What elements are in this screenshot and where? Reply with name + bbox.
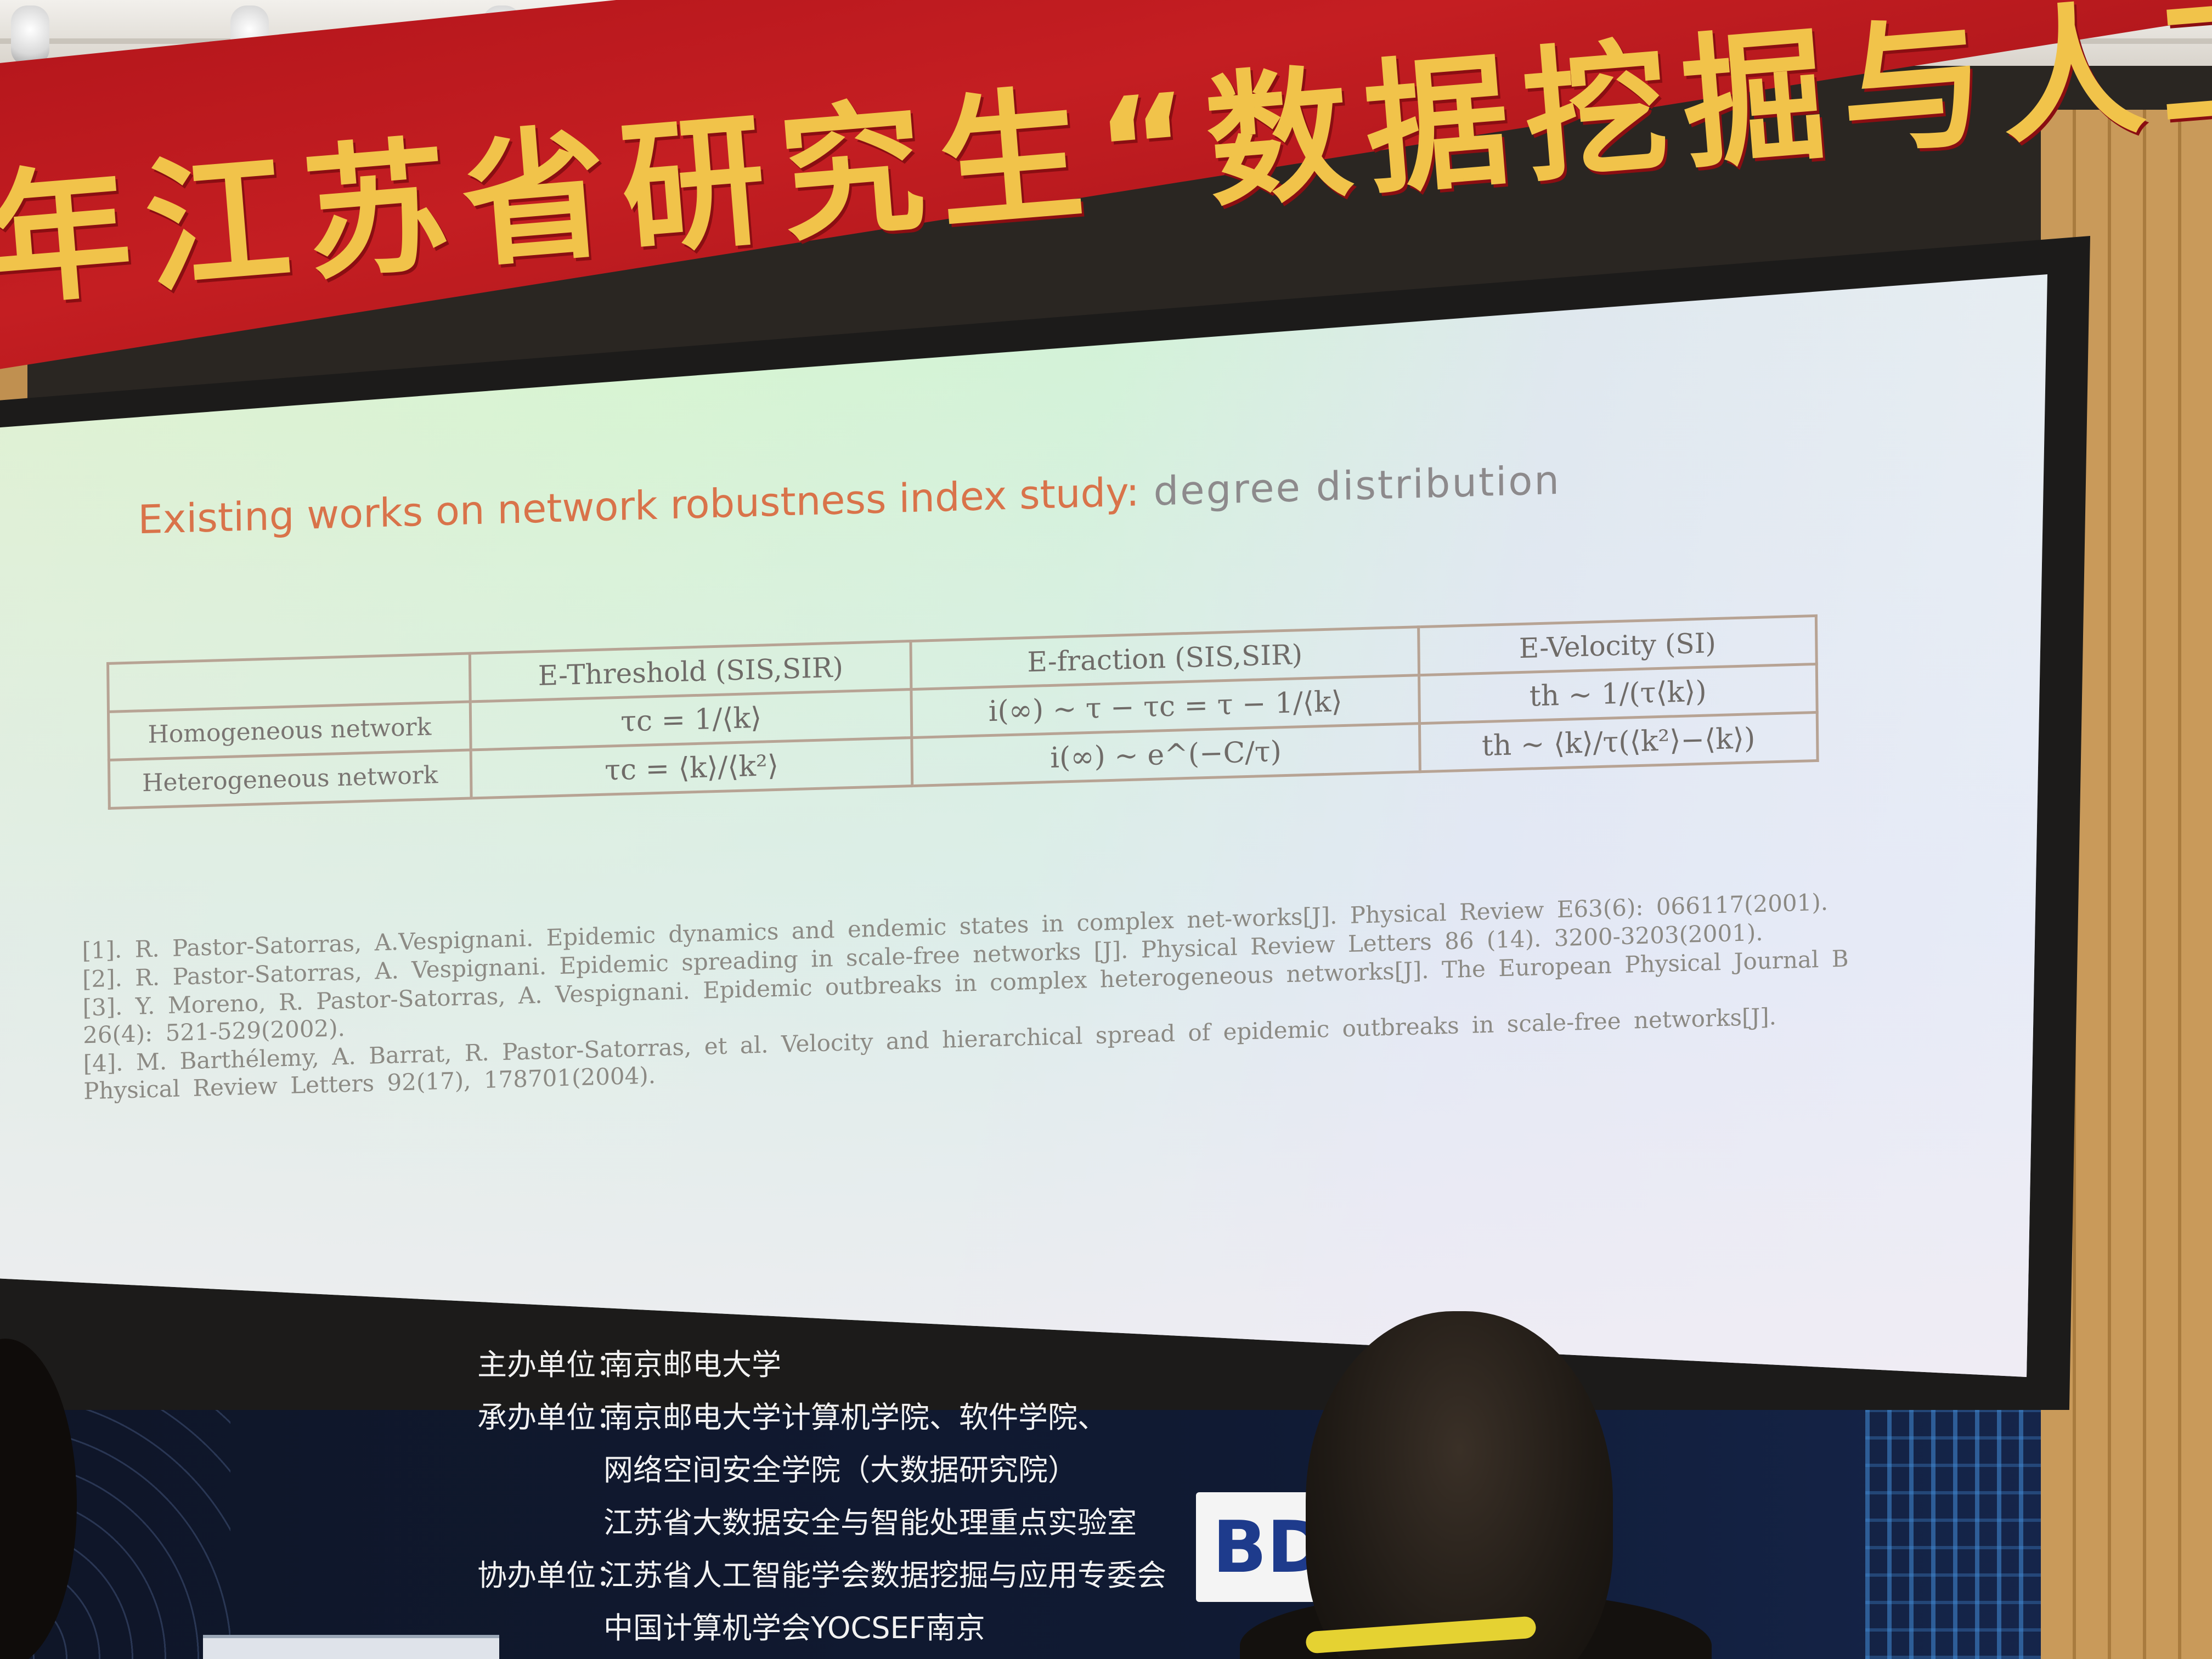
organizer-line: 南京邮电大学计算机学院、软件学院、	[603, 1400, 1107, 1435]
organizer-label: 承办单位：	[477, 1400, 625, 1435]
host-label: 主办单位：	[477, 1347, 625, 1382]
slide-title: Existing works on network robustness ind…	[138, 457, 1561, 543]
host-name: 南京邮电大学	[603, 1347, 781, 1382]
references: [1]. R. Pastor-Satorras, A.Vespignani. E…	[82, 888, 1860, 1106]
row-label: Heterogeneous network	[109, 749, 472, 809]
laptop-screen	[203, 1635, 499, 1659]
audience-head	[1306, 1311, 1613, 1659]
organizer-line: 江苏省大数据安全与智能处理重点实验室	[603, 1505, 1137, 1540]
slide-title-main: Existing works on network robustness ind…	[137, 469, 1140, 543]
organizer-line: 网络空间安全学院（大数据研究院）	[603, 1453, 1077, 1487]
coorganizer-line: 江苏省人工智能学会数据挖掘与应用专委会	[603, 1558, 1166, 1593]
slide: Existing works on network robustness ind…	[44, 396, 1971, 1218]
organizer-row: 承办单位： 南京邮电大学计算机学院、软件学院、	[477, 1391, 1166, 1444]
stage-light-icon	[11, 5, 49, 66]
coorganizer-label: 协办单位：	[477, 1558, 625, 1593]
cell-velocity: th ~ ⟨k⟩/τ(⟨k²⟩−⟨k⟩)	[1419, 712, 1818, 772]
host-row: 主办单位： 南京邮电大学	[477, 1339, 1166, 1391]
coorganizer-row: 协办单位： 江苏省人工智能学会数据挖掘与应用专委会	[477, 1549, 1166, 1602]
organizer-info: 主办单位： 南京邮电大学 承办单位： 南京邮电大学计算机学院、软件学院、 网络空…	[477, 1339, 1166, 1655]
coorganizer-line: 中国计算机学会YOCSEF南京	[603, 1611, 985, 1645]
epidemic-index-table: E-Threshold (SIS,SIR) E-fraction (SIS,SI…	[106, 614, 1819, 810]
slide-title-topic: degree distribution	[1139, 456, 1561, 515]
photo-scene: 年江苏省研究生“数据挖掘与人工智能”暑期学校 Existing works on…	[0, 0, 2212, 1659]
